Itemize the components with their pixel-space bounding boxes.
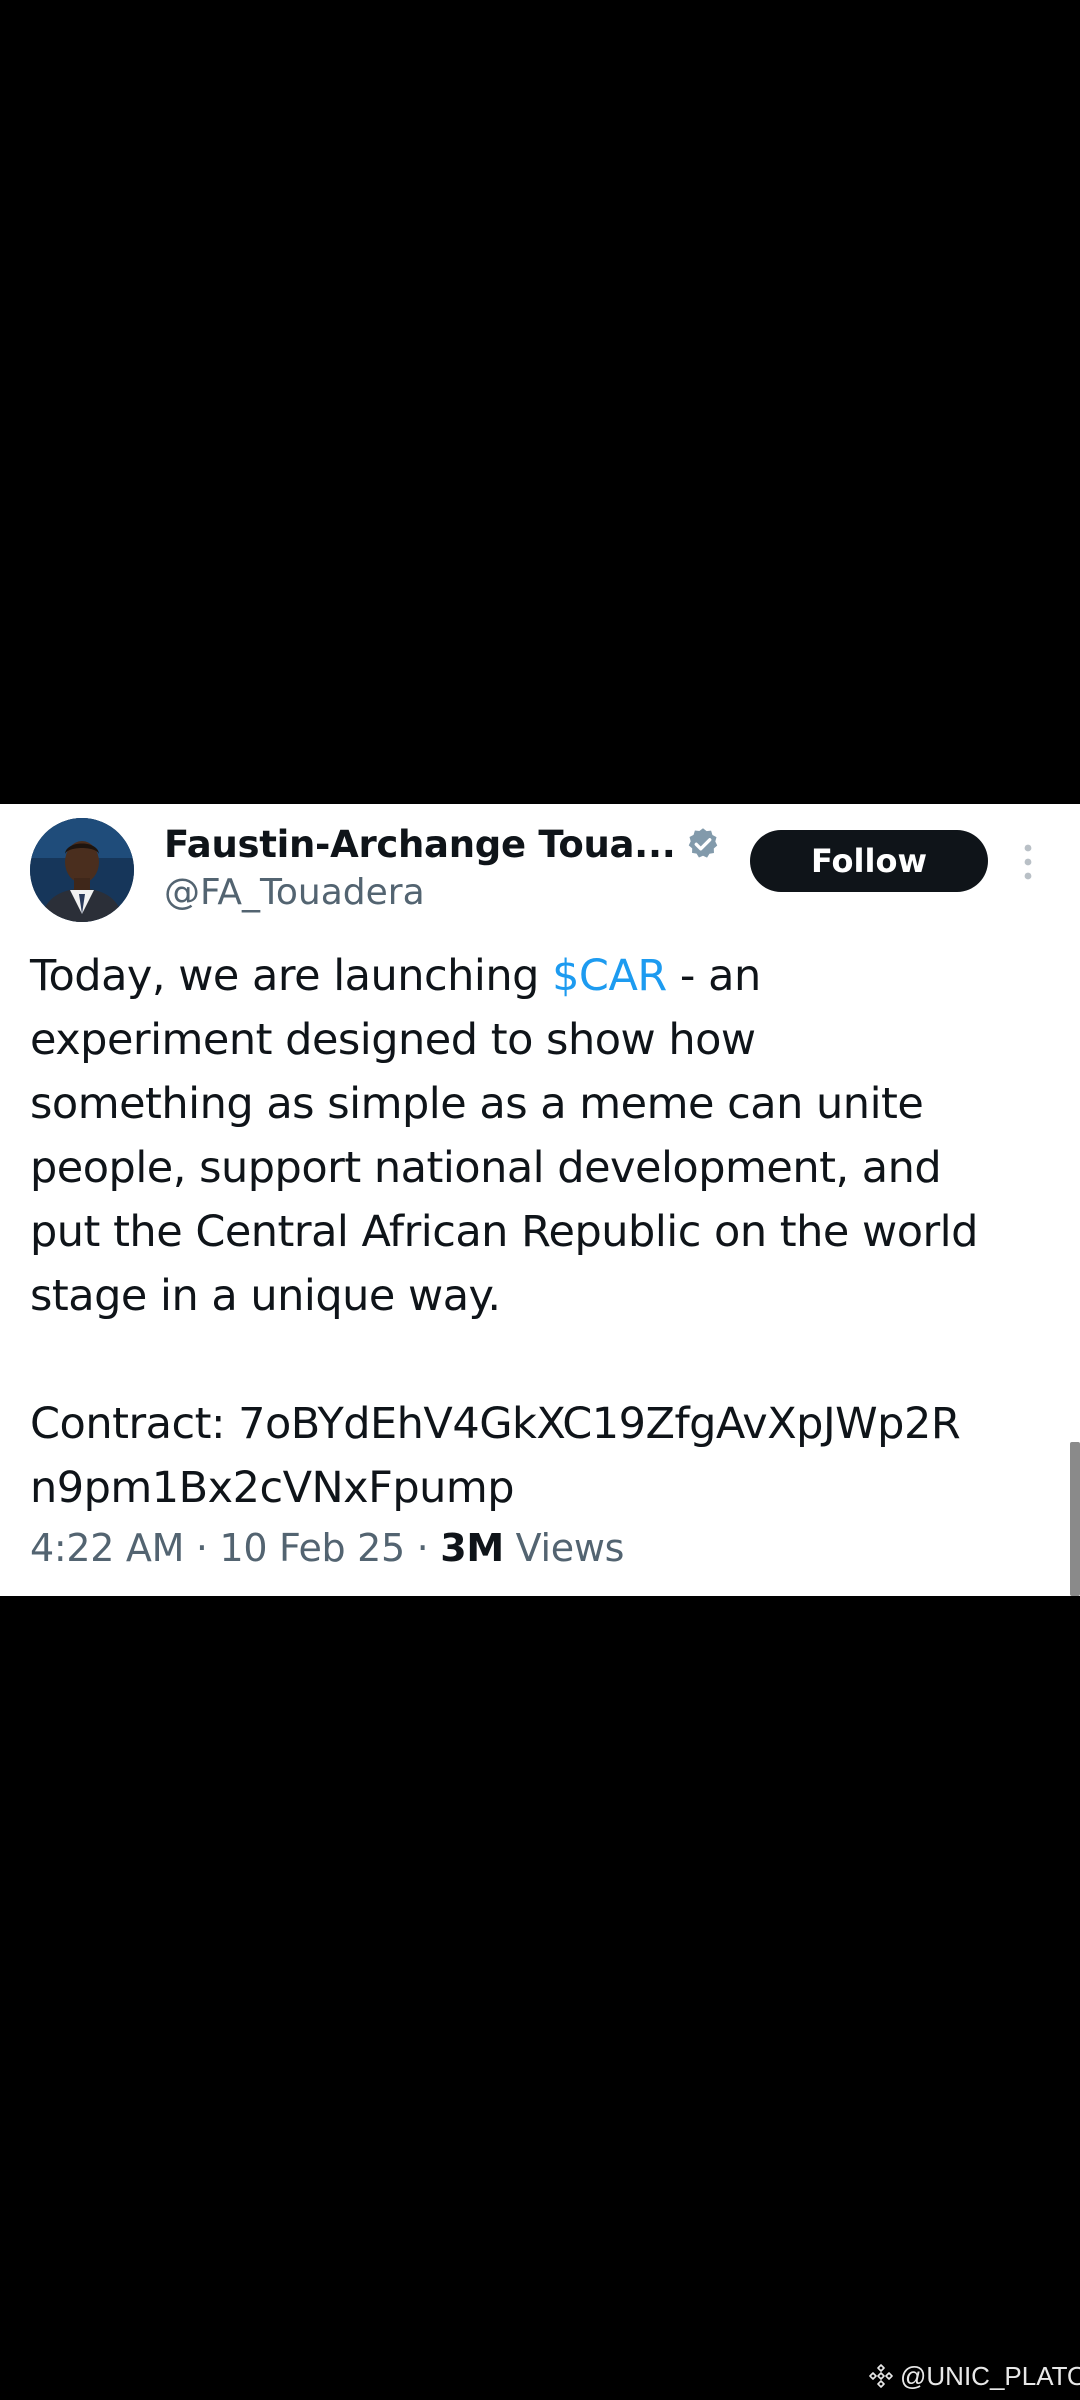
watermark: @UNIC_PLATO: [868, 2358, 1080, 2394]
tweet-time[interactable]: 4:22 AM: [30, 1526, 184, 1570]
cashtag-link[interactable]: $CAR: [552, 951, 667, 1001]
more-vertical-icon[interactable]: [1016, 840, 1040, 884]
tweet-text-segment: - an: [666, 951, 761, 1001]
views-label: Views: [503, 1526, 625, 1570]
tweet-line-4: people, support national development, an…: [30, 1143, 942, 1193]
contract-line-1: Contract: 7oBYdEhV4GkXC19ZfgAvXpJWp2R: [30, 1399, 961, 1449]
tweet-body: Today, we are launching $CAR - an experi…: [30, 944, 1060, 1520]
avatar-portrait-image: [30, 818, 134, 922]
tweet-meta: 4:22 AM · 10 Feb 25 · 3M Views: [30, 1526, 624, 1570]
tweet-line-5: put the Central African Republic on the …: [30, 1207, 978, 1257]
author-avatar[interactable]: [30, 818, 134, 922]
scrollbar-thumb[interactable]: [1070, 1442, 1080, 1596]
follow-button[interactable]: Follow: [750, 830, 988, 892]
meta-separator: ·: [404, 1526, 441, 1570]
tweet-text-segment: Today, we are launching: [30, 951, 553, 1001]
verified-badge-icon: [685, 826, 721, 862]
author-name-row: Faustin-Archange Toua...: [164, 818, 721, 870]
contract-line-2: n9pm1Bx2cVNxFpump: [30, 1463, 515, 1513]
views-count[interactable]: 3M: [440, 1526, 504, 1570]
watermark-text: @UNIC_PLATO: [900, 2360, 1080, 2391]
tweet-line-2: experiment designed to show how: [30, 1015, 756, 1065]
tweet-date[interactable]: 10 Feb 25: [219, 1526, 405, 1570]
diamond-logo-icon: [868, 2363, 894, 2389]
tweet-line-1: Today, we are launching $CAR - an: [30, 944, 1060, 1008]
tweet-line-6: stage in a unique way.: [30, 1271, 501, 1321]
author-handle[interactable]: @FA_Touadera: [164, 872, 425, 913]
author-display-name[interactable]: Faustin-Archange Toua...: [164, 823, 676, 866]
tweet-line-3: something as simple as a meme can unite: [30, 1079, 924, 1129]
meta-separator: ·: [184, 1526, 220, 1570]
tweet-card: Faustin-Archange Toua... @FA_Touadera Fo…: [0, 804, 1080, 1596]
